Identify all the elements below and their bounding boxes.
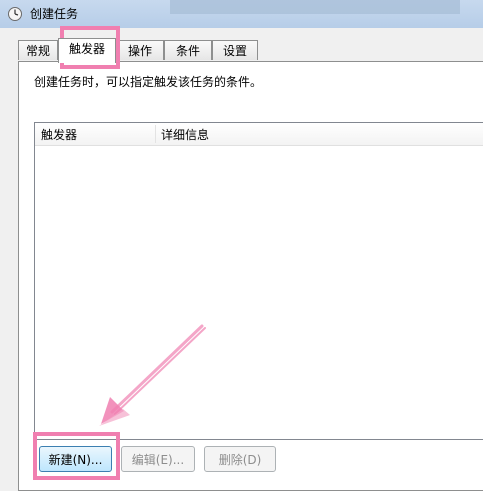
title-bar-blur xyxy=(170,0,460,14)
tab-actions[interactable]: 操作 xyxy=(116,40,164,60)
title-bar: 创建任务 xyxy=(0,0,483,28)
tab-general[interactable]: 常规 xyxy=(18,40,58,60)
tab-triggers[interactable]: 触发器 xyxy=(58,38,116,63)
tab-settings[interactable]: 设置 xyxy=(212,40,258,60)
task-scheduler-icon xyxy=(8,7,22,21)
new-trigger-button[interactable]: 新建(N)... xyxy=(39,446,112,472)
window-title: 创建任务 xyxy=(30,7,79,21)
delete-trigger-button[interactable]: 删除(D) xyxy=(204,446,276,472)
edit-trigger-button[interactable]: 编辑(E)... xyxy=(121,446,195,472)
list-header: 触发器 详细信息 xyxy=(35,123,483,146)
triggers-list[interactable]: 触发器 详细信息 xyxy=(34,122,483,440)
column-header-trigger[interactable]: 触发器 xyxy=(41,126,77,143)
column-divider[interactable] xyxy=(155,125,156,143)
column-header-details[interactable]: 详细信息 xyxy=(161,126,209,143)
tab-conditions[interactable]: 条件 xyxy=(164,40,212,60)
triggers-description: 创建任务时，可以指定触发该任务的条件。 xyxy=(34,75,263,89)
